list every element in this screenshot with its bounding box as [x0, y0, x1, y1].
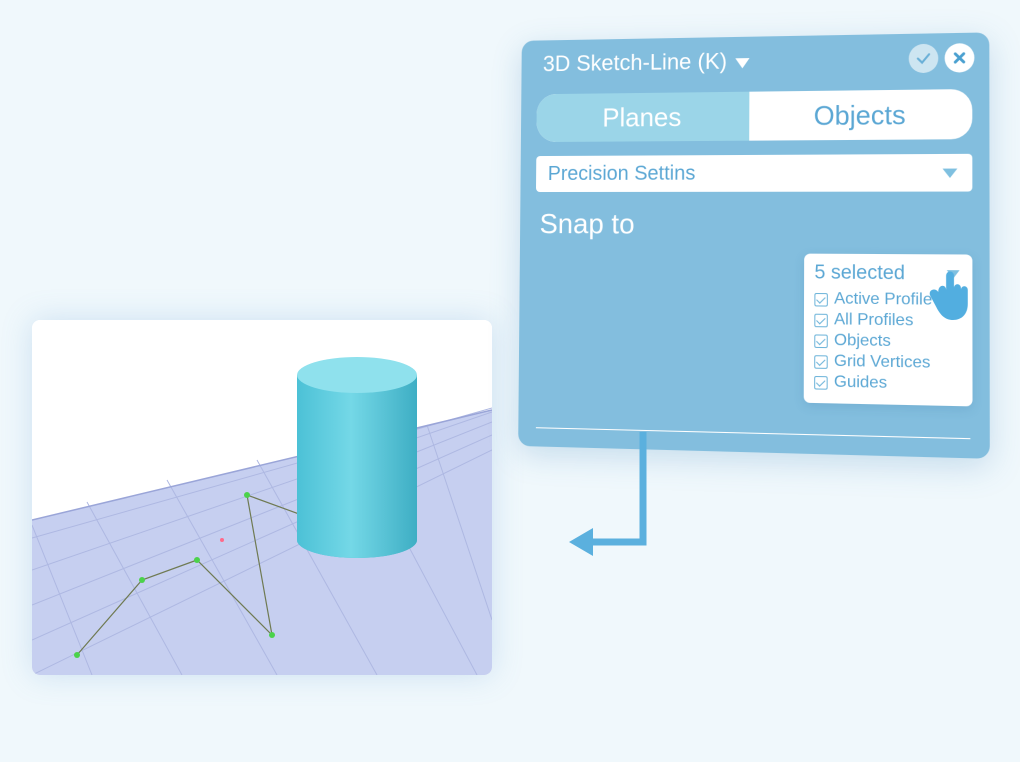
tab-planes[interactable]: Planes — [536, 92, 749, 142]
check-icon — [915, 50, 932, 67]
connector-arrow-icon — [565, 432, 685, 577]
close-button[interactable] — [945, 43, 975, 73]
checkbox-icon — [814, 292, 828, 306]
snap-selected-count: 5 selected — [814, 262, 905, 286]
checkbox-icon — [814, 334, 828, 348]
scene-3d — [32, 320, 492, 675]
snap-option[interactable]: Objects — [814, 330, 962, 353]
tabs: Planes Objects — [536, 89, 972, 142]
precision-settings-dropdown[interactable]: Precision Settins — [536, 154, 972, 192]
close-icon — [951, 49, 968, 66]
precision-label: Precision Settins — [548, 162, 696, 186]
confirm-button[interactable] — [909, 44, 939, 73]
checkbox-icon — [814, 355, 828, 369]
chevron-down-icon[interactable] — [735, 58, 749, 68]
cursor-hand-icon — [920, 262, 983, 331]
chevron-down-icon — [943, 168, 958, 177]
checkbox-icon — [814, 375, 828, 389]
checkbox-icon — [814, 313, 828, 327]
panel-title: 3D Sketch-Line (K) — [543, 48, 727, 77]
snap-option[interactable]: Grid Vertices — [814, 351, 962, 374]
snap-to-label: Snap to — [539, 208, 972, 242]
snap-option[interactable]: Guides — [814, 372, 962, 396]
sketch-line-panel: 3D Sketch-Line (K) Planes Objects Precis… — [518, 32, 990, 458]
tab-objects[interactable]: Objects — [749, 89, 972, 141]
viewport-preview — [32, 320, 492, 675]
